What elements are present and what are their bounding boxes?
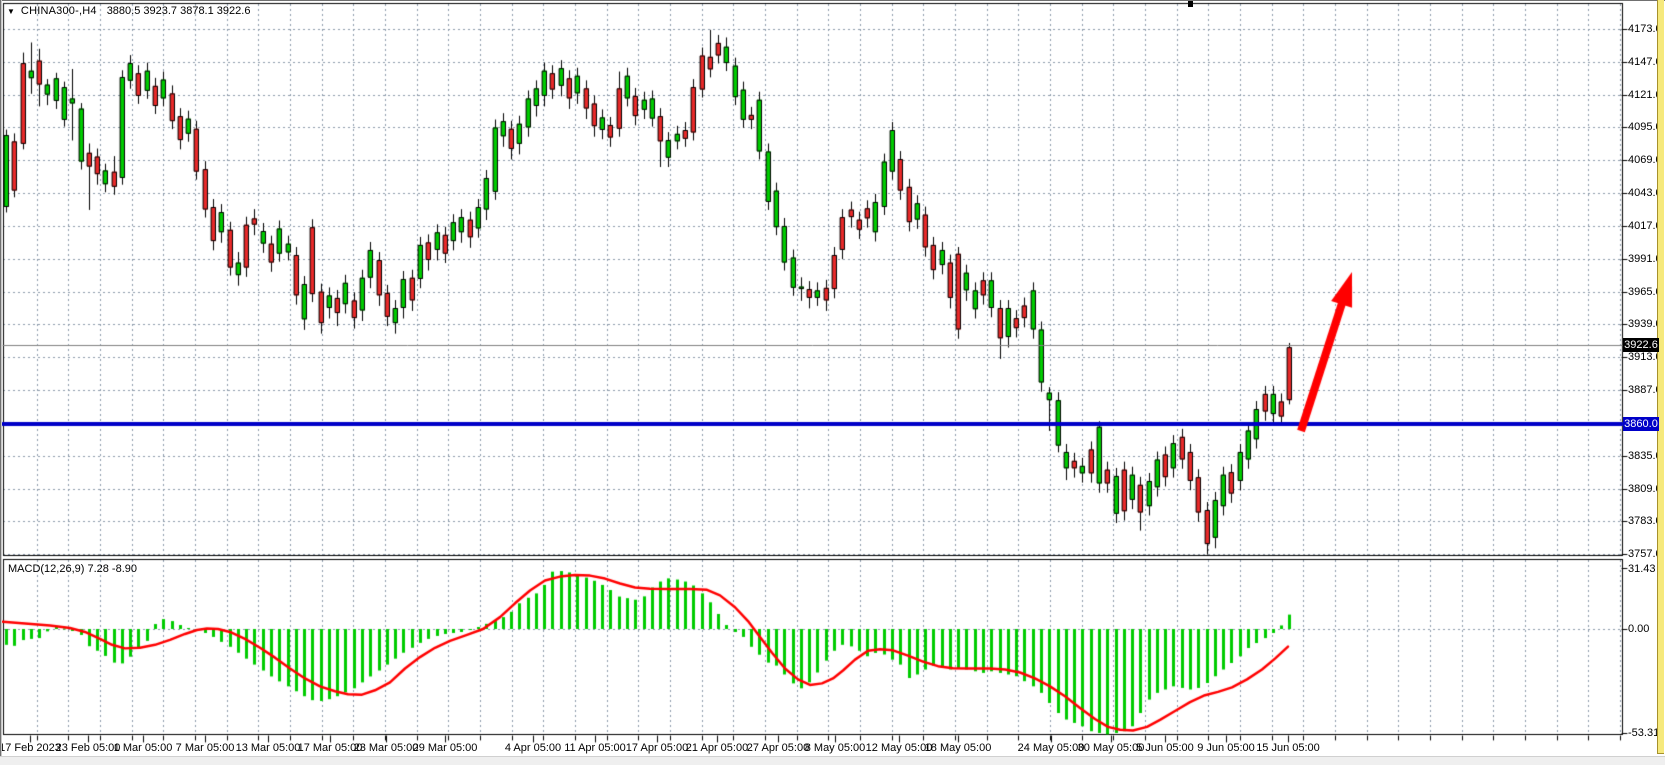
ohlc-values: 3880.5 3923.7 3878.1 3922.6 [107, 5, 251, 17]
macd-tick-label: -53.31 [1628, 727, 1659, 739]
time-tick-label: 1 Mar 05:00 [114, 742, 173, 754]
time-tick-label: 29 Mar 05:00 [413, 742, 478, 754]
time-tick-label: 23 Feb 05:00 [56, 742, 121, 754]
trading-chart-window: ▼ CHINA300-,H4 3880.5 3923.7 3878.1 3922… [0, 0, 1665, 765]
time-tick-label: 17 Feb 2023 [0, 742, 61, 754]
time-tick-label: 9 Jun 05:00 [1197, 742, 1255, 754]
symbol-timeframe-label: CHINA300-,H4 [21, 5, 97, 17]
time-tick-label: 13 Mar 05:00 [236, 742, 301, 754]
time-tick-label: 7 Mar 05:00 [176, 742, 235, 754]
window-border-left-highlight [1, 0, 2, 765]
time-tick-label: 21 Apr 05:00 [686, 742, 748, 754]
time-tick-label: 30 May 05:00 [1078, 742, 1145, 754]
time-tick-label: 18 May 05:00 [925, 742, 992, 754]
chart-canvas[interactable] [0, 0, 1665, 765]
time-tick-label: 15 Jun 05:00 [1256, 742, 1320, 754]
time-tick-label: 17 Apr 05:00 [626, 742, 688, 754]
macd-tick-label: 0.00 [1628, 623, 1649, 635]
chevron-down-icon[interactable]: ▼ [7, 7, 15, 16]
chart-title: ▼ CHINA300-,H4 3880.5 3923.7 3878.1 3922… [7, 4, 250, 18]
window-bottom-strip [0, 756, 1665, 765]
time-tick-label: 5 Jun 05:00 [1136, 742, 1194, 754]
time-tick-label: 23 Mar 05:00 [354, 742, 419, 754]
time-tick-label: 11 Apr 05:00 [564, 742, 626, 754]
window-top-marker [1188, 1, 1193, 7]
macd-tick-label: 31.43 [1628, 563, 1656, 575]
window-right-strip [1657, 0, 1664, 754]
time-tick-label: 12 May 05:00 [866, 742, 933, 754]
window-border-top [0, 0, 1665, 1]
macd-indicator-label: MACD(12,26,9) 7.28 -8.90 [8, 563, 137, 575]
time-tick-label: 24 May 05:00 [1018, 742, 1085, 754]
time-tick-label: 4 Apr 05:00 [505, 742, 561, 754]
time-tick-label: 27 Apr 05:00 [747, 742, 809, 754]
current-price-tag: 3922.6 [1623, 338, 1659, 352]
hline-price-tag: 3860.0 [1623, 417, 1659, 431]
time-tick-label: 8 May 05:00 [805, 742, 866, 754]
